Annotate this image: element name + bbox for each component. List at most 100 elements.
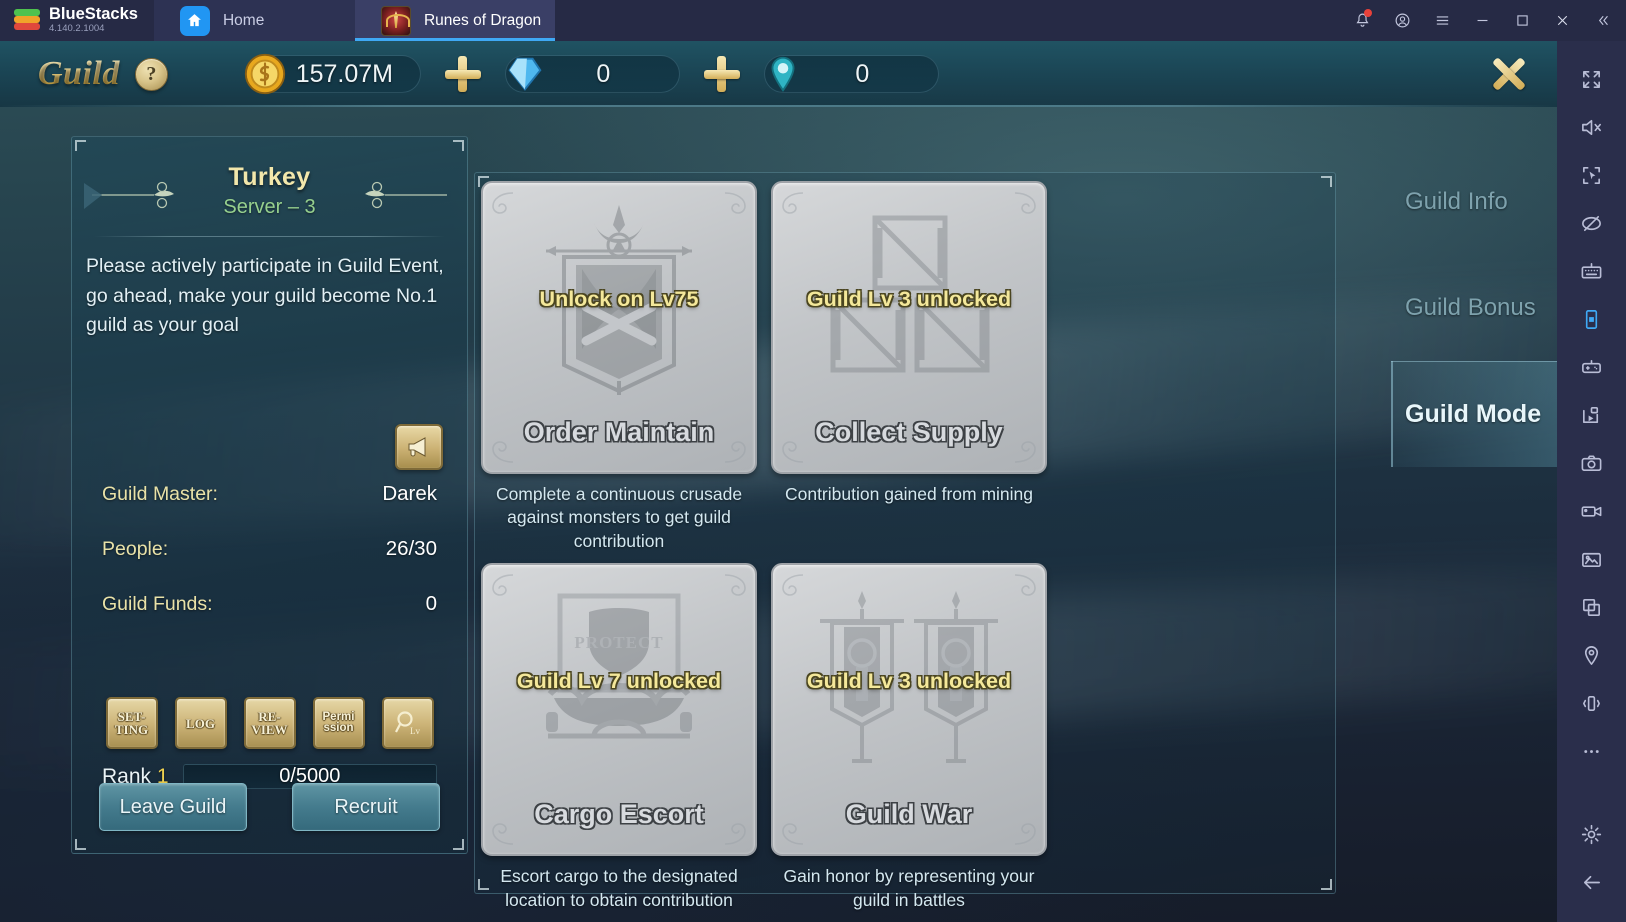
minimize-button[interactable] xyxy=(1462,0,1502,41)
guild-mode-order-maintain[interactable]: Unlock on Lv75 Order Maintain Complete a… xyxy=(481,181,757,553)
maximize-button[interactable] xyxy=(1502,0,1542,41)
portrait-view-button[interactable] xyxy=(1568,295,1616,343)
setting-line2: TING xyxy=(114,722,149,737)
stat-value: 26/30 xyxy=(385,537,437,560)
guild-mode-collect-supply[interactable]: Guild Lv 3 unlocked Collect Supply Contr… xyxy=(771,181,1047,553)
screenshot-button[interactable] xyxy=(1568,439,1616,487)
guild-notice: Please actively participate in Guild Eve… xyxy=(86,255,444,337)
gamepad-button[interactable] xyxy=(1568,343,1616,391)
guild-side-tabs: Guild Info Guild Bonus Guild Mode xyxy=(1391,149,1557,467)
guild-stats: Guild Master: Darek People: 26/30 Guild … xyxy=(72,482,467,647)
game-viewport: Guild ? 157.07M 0 0 Turkey Server – 3 Pl… xyxy=(0,41,1557,922)
fullscreen-icon xyxy=(1583,70,1600,88)
help-button[interactable]: ? xyxy=(134,57,168,91)
magnifier-lv-icon: Lv xyxy=(394,711,420,736)
guild-action-buttons: Leave Guild Recruit xyxy=(72,783,467,831)
currency-gold: 157.07M xyxy=(244,53,421,95)
tab-runes-of-dragon[interactable]: Runes of Dragon xyxy=(354,0,555,41)
review-line2: VIEW xyxy=(251,722,288,737)
tab-guild-info-label: Guild Info xyxy=(1405,188,1508,215)
recruit-button[interactable]: Recruit xyxy=(292,783,440,831)
mode-description: Gain honor by representing your guild in… xyxy=(783,866,1035,910)
tab-guild-mode[interactable]: Guild Mode xyxy=(1391,361,1557,467)
recruit-label: Recruit xyxy=(334,795,398,818)
diamond-icon xyxy=(508,57,542,91)
phone-portrait-icon xyxy=(1585,309,1598,329)
log-button[interactable]: LOG xyxy=(174,697,227,749)
mode-name: Cargo Escort xyxy=(534,799,704,830)
add-diamond-button[interactable] xyxy=(694,50,750,98)
multi-instance-button[interactable] xyxy=(1568,583,1616,631)
permission-button[interactable]: Permi ssion xyxy=(312,697,365,749)
gold-value: 157.07M xyxy=(295,59,393,88)
review-button[interactable]: RE- VIEW xyxy=(243,697,296,749)
bluestacks-logo-icon xyxy=(14,8,40,33)
currency-diamond: 0 xyxy=(504,54,680,94)
copy-windows-icon xyxy=(1583,598,1600,616)
location-button[interactable] xyxy=(1568,631,1616,679)
page-title-group: Guild ? xyxy=(0,55,168,93)
tab-guild-bonus[interactable]: Guild Bonus xyxy=(1391,255,1557,361)
level-search-button[interactable]: Lv xyxy=(381,697,434,749)
notifications-button[interactable] xyxy=(1342,0,1382,41)
tab-home-label: Home xyxy=(222,11,265,29)
settings-button[interactable] xyxy=(1568,810,1616,858)
shake-button[interactable] xyxy=(1568,679,1616,727)
close-button[interactable] xyxy=(1542,0,1582,41)
leave-guild-button[interactable]: Leave Guild xyxy=(99,783,247,831)
window-controls xyxy=(1342,0,1626,41)
flourish-ornament-icon xyxy=(84,181,174,209)
script-play-icon xyxy=(1583,406,1599,423)
guild-mode-grid: Unlock on Lv75 Order Maintain Complete a… xyxy=(475,173,1335,920)
more-button[interactable] xyxy=(1568,727,1616,775)
megaphone-icon xyxy=(408,437,426,457)
add-gold-button[interactable] xyxy=(435,50,491,98)
script-button[interactable] xyxy=(1568,391,1616,439)
announcement-button[interactable] xyxy=(395,424,443,470)
game-header: Guild ? 157.07M 0 0 xyxy=(0,41,1557,107)
svg-text:PROTECT: PROTECT xyxy=(574,633,663,652)
mute-button[interactable] xyxy=(1568,103,1616,151)
fullscreen-button[interactable] xyxy=(1568,55,1616,103)
gamepad-icon xyxy=(1582,359,1601,373)
currency-gem: 0 xyxy=(763,54,939,94)
guild-mode-cargo-escort[interactable]: PROTECT Guild Lv 7 unlocked Cargo Escort xyxy=(481,563,757,912)
game-app-icon xyxy=(380,5,411,36)
bluestacks-brand: BlueStacks 4.140.2.1004 xyxy=(0,0,154,41)
stat-value: Darek xyxy=(382,482,437,505)
setting-button[interactable]: SET- TING xyxy=(105,697,158,749)
close-guild-button[interactable] xyxy=(1483,48,1535,100)
crosshair-cursor-icon xyxy=(1583,166,1600,184)
account-button[interactable] xyxy=(1382,0,1422,41)
stat-value: 0 xyxy=(425,592,437,615)
guild-function-buttons: SET- TING LOG RE- VIEW Permi ssion Lv xyxy=(72,697,467,749)
aim-button[interactable] xyxy=(1568,151,1616,199)
log-line1: LOG xyxy=(186,715,215,731)
tab-guild-bonus-label: Guild Bonus xyxy=(1405,294,1536,321)
record-button[interactable] xyxy=(1568,487,1616,535)
guild-mode-guild-war[interactable]: Guild Lv 3 unlocked Guild War Gain honor… xyxy=(771,563,1047,912)
keyboard-controls-button[interactable] xyxy=(1568,247,1616,295)
back-button[interactable] xyxy=(1568,858,1616,906)
camera-icon xyxy=(1581,454,1602,471)
media-manager-button[interactable] xyxy=(1568,535,1616,583)
titlebar: BlueStacks 4.140.2.1004 Home Runes of Dr… xyxy=(0,0,1626,41)
tab-guild-info[interactable]: Guild Info xyxy=(1391,149,1557,255)
page-title: Guild xyxy=(38,55,120,92)
guild-header: Turkey Server – 3 xyxy=(72,137,467,219)
mode-lock-text: Guild Lv 3 unlocked xyxy=(806,669,1012,694)
bluestacks-window: BlueStacks 4.140.2.1004 Home Runes of Dr… xyxy=(0,0,1626,922)
mode-card: Guild Lv 3 unlocked Guild War xyxy=(771,563,1047,857)
mode-lock-text: Guild Lv 3 unlocked xyxy=(806,287,1012,311)
collapse-button[interactable] xyxy=(1582,0,1622,41)
diamond-value: 0 xyxy=(596,59,611,88)
eye-off-button[interactable] xyxy=(1568,199,1616,247)
mode-lock-text: Unlock on Lv75 xyxy=(539,287,699,311)
brand-name: BlueStacks xyxy=(49,4,138,23)
currency-bar: 157.07M 0 0 xyxy=(244,50,939,98)
menu-button[interactable] xyxy=(1422,0,1462,41)
tab-home[interactable]: Home xyxy=(153,0,355,41)
gear-icon xyxy=(1581,824,1602,844)
flourish-ornament-icon xyxy=(365,181,447,209)
mode-description: Contribution gained from mining xyxy=(784,484,1034,504)
